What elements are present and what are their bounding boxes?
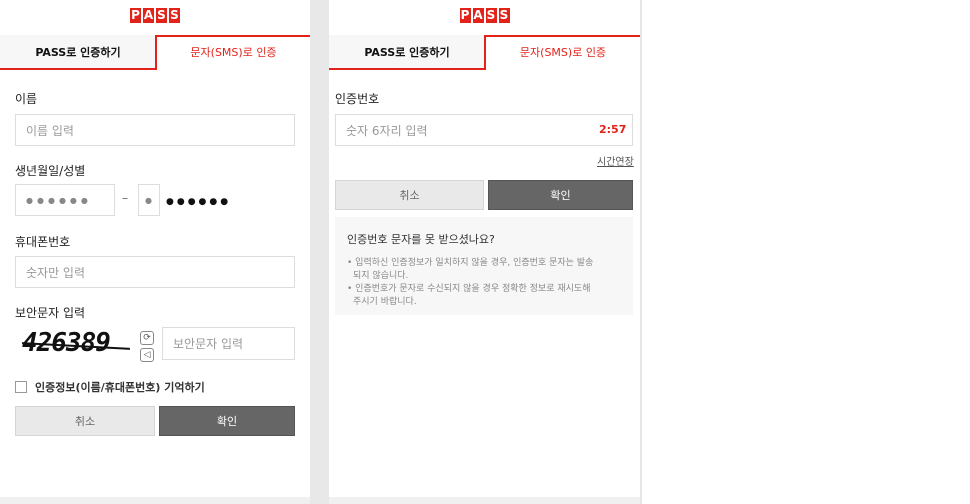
- help-box: 인증번호 문자를 못 받으셨나요? • 입력하신 인증정보가 일치하지 않을 경…: [335, 217, 633, 315]
- remember-checkbox[interactable]: [15, 381, 27, 393]
- captcha-input[interactable]: 보안문자 입력: [162, 327, 295, 360]
- identity-form-panel: PASS PASS로 인증하기 문자(SMS)로 인증 이름 이름 입력 생년월…: [0, 0, 310, 504]
- help-line-2b: 주시기 바랍니다.: [353, 297, 417, 307]
- phone-input[interactable]: 숫자만 입력: [15, 256, 295, 288]
- panel-border: [640, 0, 642, 504]
- panel-gap: [310, 0, 329, 504]
- birthdate-input[interactable]: ●●●●●●: [15, 184, 115, 216]
- auth-tabs: PASS로 인증하기 문자(SMS)로 인증: [0, 35, 310, 70]
- verification-panel: PASS PASS로 인증하기 문자(SMS)로 인증 인증번호 숫자 6자리 …: [329, 0, 640, 504]
- code-placeholder: 숫자 6자리 입력: [346, 123, 428, 138]
- gender-masked: ●: [145, 195, 152, 205]
- code-input[interactable]: 숫자 6자리 입력: [335, 114, 633, 146]
- bottom-bar: [329, 497, 640, 504]
- pass-logo: PASS: [130, 8, 180, 23]
- auth-tabs: PASS로 인증하기 문자(SMS)로 인증: [329, 35, 640, 70]
- tab-sms[interactable]: 문자(SMS)로 인증: [484, 35, 640, 70]
- help-title: 인증번호 문자를 못 받으셨나요?: [347, 233, 495, 246]
- help-line-1b: 되지 않습니다.: [353, 271, 409, 281]
- confirm-button[interactable]: 확인: [159, 406, 295, 436]
- empty-area: [640, 0, 970, 504]
- cancel-button[interactable]: 취소: [15, 406, 155, 436]
- tab-sms[interactable]: 문자(SMS)로 인증: [155, 35, 310, 70]
- help-line-1a: • 입력하신 인증정보가 일치하지 않을 경우, 인증번호 문자는 발송: [347, 258, 594, 268]
- tab-pass[interactable]: PASS로 인증하기: [329, 35, 485, 70]
- birth-label: 생년월일/성별: [15, 164, 86, 178]
- remember-label: 인증정보(이름/휴대폰번호) 기억하기: [35, 381, 205, 394]
- countdown-timer: 2:57: [599, 123, 627, 136]
- birthdate-masked: ●●●●●●: [26, 195, 92, 205]
- cancel-button[interactable]: 취소: [335, 180, 484, 210]
- bottom-bar: [0, 497, 310, 504]
- rest-masked: ●●●●●●: [166, 197, 232, 207]
- name-input[interactable]: 이름 입력: [15, 114, 295, 146]
- dash-separator: –: [122, 191, 128, 205]
- pass-logo: PASS: [459, 8, 510, 23]
- captcha-label: 보안문자 입력: [15, 306, 86, 320]
- tab-pass[interactable]: PASS로 인증하기: [0, 35, 156, 70]
- confirm-button[interactable]: 확인: [488, 180, 633, 210]
- audio-icon[interactable]: ◁: [140, 348, 154, 362]
- name-label: 이름: [15, 92, 38, 106]
- refresh-icon[interactable]: ⟳: [140, 331, 154, 345]
- help-line-2a: • 인증번호가 문자로 수신되지 않을 경우 정확한 정보로 재시도해: [347, 284, 591, 294]
- phone-label: 휴대폰번호: [15, 235, 71, 249]
- code-label: 인증번호: [335, 92, 380, 106]
- extend-time-link[interactable]: 시간연장: [597, 153, 634, 168]
- gender-input[interactable]: ●: [138, 184, 160, 216]
